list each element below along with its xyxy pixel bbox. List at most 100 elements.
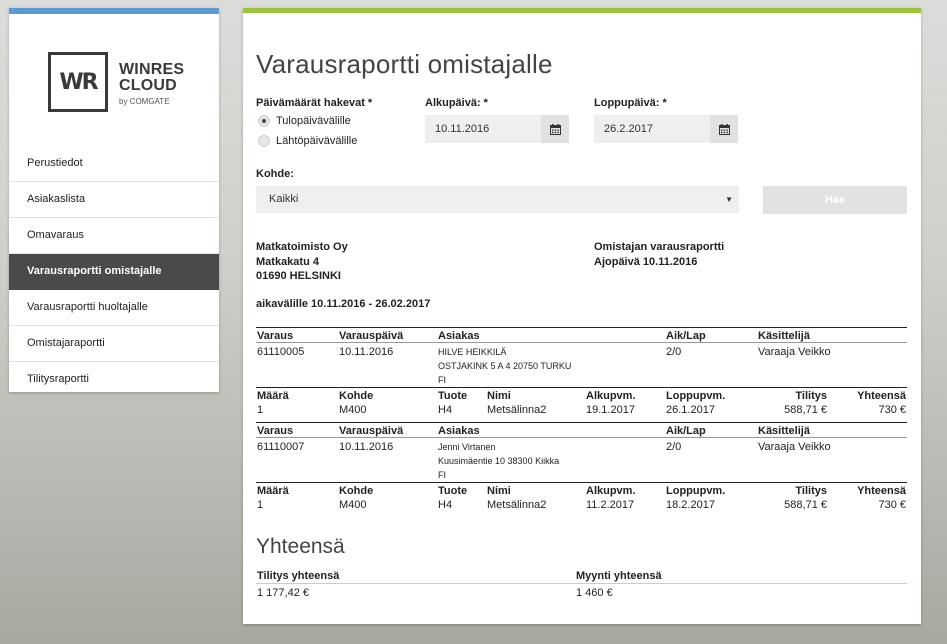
col-aiklap: Aik/Lap xyxy=(666,425,706,437)
logo-text: WINRES CLOUD by COMGATE xyxy=(119,61,185,107)
col-aiklap: Aik/Lap xyxy=(666,330,706,342)
sidebar-item-perustiedot[interactable]: Perustiedot xyxy=(9,146,219,182)
col-tilitys: Tilitys xyxy=(795,485,827,497)
col-kohde: Kohde xyxy=(339,390,374,402)
end-date-field xyxy=(594,115,738,143)
sidebar-nav: Perustiedot Asiakaslista Omavaraus Varau… xyxy=(9,146,219,398)
target-label: Kohde: xyxy=(256,168,294,180)
col-yhteensa: Yhteensä xyxy=(857,485,906,497)
col-varauspaiva: Varauspäivä xyxy=(339,330,404,342)
start-date-input[interactable] xyxy=(425,115,541,143)
company-address: Matkakatu 4 xyxy=(256,255,319,268)
sidebar: WR WINRES CLOUD by COMGATE Perustiedot A… xyxy=(9,8,219,392)
col-alkupvm: Alkupvm. xyxy=(586,390,636,402)
sidebar-item-omavaraus[interactable]: Omavaraus xyxy=(9,218,219,254)
col-nimi: Nimi xyxy=(487,390,511,402)
logo-line1: WINRES xyxy=(119,61,185,78)
cell-kasittelija: Varaaja Veikko xyxy=(758,346,831,358)
winres-logo[interactable]: WR WINRES CLOUD by COMGATE xyxy=(48,52,188,114)
start-date-field xyxy=(425,115,569,143)
chevron-down-icon: ▼ xyxy=(725,195,733,204)
summary-value-row: 1 177,42 € 1 460 € xyxy=(256,586,907,601)
cell-alkupvm: 19.1.2017 xyxy=(586,404,635,416)
logo-mark-box: WR xyxy=(48,52,108,112)
sidebar-item-asiakaslista[interactable]: Asiakaslista xyxy=(9,182,219,218)
col-kasittelija: Käsittelijä xyxy=(758,425,810,437)
page-title: Varausraportti omistajalle xyxy=(256,49,553,79)
radio-dot[interactable] xyxy=(258,135,270,147)
cell-customer-address: OSTJAKINK 5 A 4 20750 TURKU xyxy=(438,361,572,371)
radio-arrival[interactable]: Tulopäivävälille xyxy=(258,115,351,127)
table-row: 61110007 10.11.2016 Jenni Virtanen Kuusi… xyxy=(256,438,907,482)
item-header-row: Määrä Kohde Tuote Nimi Alkupvm. Loppupvm… xyxy=(256,387,907,402)
cell-aiklap: 2/0 xyxy=(666,346,682,358)
report-title: Omistajan varausraportti xyxy=(594,241,725,253)
col-maara: Määrä xyxy=(257,485,289,497)
table-header-row: Varaus Varauspäivä Asiakas Aik/Lap Käsit… xyxy=(256,422,907,438)
sidebar-item-tilitysraportti[interactable]: Tilitysraportti xyxy=(9,362,219,398)
col-yhteensa: Yhteensä xyxy=(857,390,906,402)
calendar-icon[interactable] xyxy=(710,115,738,143)
col-tuote: Tuote xyxy=(438,485,468,497)
cell-yhteensa: 730 € xyxy=(878,404,906,416)
summary-header-row: Tilitys yhteensä Myynti yhteensä xyxy=(256,569,907,584)
start-date-label: Alkupäivä: * xyxy=(425,97,488,109)
sidebar-item-varausraportti-omistajalle[interactable]: Varausraportti omistajalle xyxy=(9,254,219,290)
cell-customer-address: Kuusimäentie 10 38300 Kiikka xyxy=(438,456,560,466)
company-city: 01690 HELSINKI xyxy=(256,270,341,282)
sidebar-item-varausraportti-huoltajalle[interactable]: Varausraportti huoltajalle xyxy=(9,290,219,326)
summary-myynti-value: 1 460 € xyxy=(576,587,613,599)
report-run-date: Ajopäivä 10.11.2016 xyxy=(594,255,698,268)
table-row: 61110005 10.11.2016 HILVE HEIKKILÄ OSTJA… xyxy=(256,343,907,387)
reservation-block-1: Varaus Varauspäivä Asiakas Aik/Lap Käsit… xyxy=(256,327,907,418)
logo-line2: CLOUD xyxy=(119,77,177,94)
cell-customer-name: Jenni Virtanen xyxy=(438,442,496,452)
cell-tuote: H4 xyxy=(438,404,453,416)
cell-alkupvm: 11.2.2017 xyxy=(586,499,635,511)
col-kohde: Kohde xyxy=(339,485,374,497)
calendar-icon[interactable] xyxy=(541,115,569,143)
col-varaus: Varaus xyxy=(257,330,294,342)
col-maara: Määrä xyxy=(257,390,289,402)
cell-varauspaiva: 10.11.2016 xyxy=(339,441,394,453)
cell-tilitys: 588,71 € xyxy=(784,499,827,511)
cell-nimi: Metsälinna2 xyxy=(487,404,547,416)
col-tilitys: Tilitys xyxy=(795,390,827,402)
radio-departure[interactable]: Lähtöpäivävälille xyxy=(258,135,357,147)
col-asiakas: Asiakas xyxy=(438,330,480,342)
company-info: Matkatoimisto Oy Matkakatu 4 01690 HELSI… xyxy=(256,240,348,284)
report-period: aikavälille 10.11.2016 - 26.02.2017 xyxy=(256,298,431,310)
col-asiakas: Asiakas xyxy=(438,425,480,437)
main-panel: Varausraportti omistajalle Päivämäärät h… xyxy=(243,8,921,624)
logo-sub: by COMGATE xyxy=(119,97,170,106)
cell-customer-name: HILVE HEIKKILÄ xyxy=(438,347,507,357)
cell-tuote: H4 xyxy=(438,499,453,511)
col-varauspaiva: Varauspäivä xyxy=(339,425,404,437)
col-loppupvm: Loppupvm. xyxy=(666,390,726,402)
reservation-block-2: Varaus Varauspäivä Asiakas Aik/Lap Käsit… xyxy=(256,422,907,513)
col-varaus: Varaus xyxy=(257,425,294,437)
summary-myynti-label: Myynti yhteensä xyxy=(576,570,662,582)
cell-kohde: M400 xyxy=(339,499,367,511)
company-name: Matkatoimisto Oy xyxy=(256,241,348,253)
table-row: 1 M400 H4 Metsälinna2 19.1.2017 26.1.201… xyxy=(256,402,907,418)
col-tuote: Tuote xyxy=(438,390,468,402)
col-nimi: Nimi xyxy=(487,485,511,497)
summary-tilitys-value: 1 177,42 € xyxy=(257,587,309,599)
cell-nimi: Metsälinna2 xyxy=(487,499,547,511)
cell-maara: 1 xyxy=(257,499,264,511)
col-loppupvm: Loppupvm. xyxy=(666,485,726,497)
end-date-input[interactable] xyxy=(594,115,710,143)
sidebar-item-omistajaraportti[interactable]: Omistajaraportti xyxy=(9,326,219,362)
radio-dot-checked[interactable] xyxy=(258,115,270,127)
cell-customer-country: FI xyxy=(438,375,446,385)
cell-kohde: M400 xyxy=(339,404,367,416)
col-kasittelija: Käsittelijä xyxy=(758,330,810,342)
cell-varaus: 61110007 xyxy=(257,441,305,453)
table-header-row: Varaus Varauspäivä Asiakas Aik/Lap Käsit… xyxy=(256,327,907,343)
cell-aiklap: 2/0 xyxy=(666,441,682,453)
target-select[interactable]: Kaikki ▼ xyxy=(256,186,739,213)
radio-arrival-label: Tulopäivävälille xyxy=(276,115,351,127)
search-button[interactable]: Hae xyxy=(763,186,907,214)
cell-loppupvm: 18.2.2017 xyxy=(666,499,715,511)
